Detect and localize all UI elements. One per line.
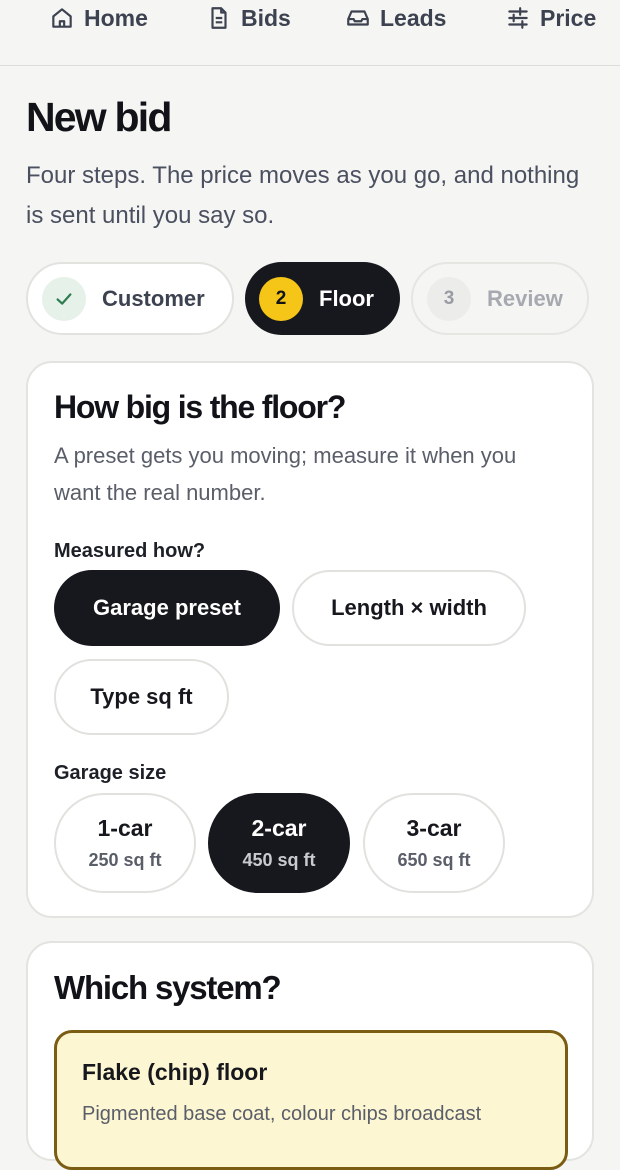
system-card-title: Which system? [54,969,282,1006]
method-type-sqft[interactable]: Type sq ft [54,659,229,735]
nav-label-home: Home [84,4,148,31]
nav-item-price[interactable]: Price [505,0,596,36]
step-review[interactable]: 3 Review [411,262,589,335]
system-card: Which system? Flake (chip) floor Pigment… [26,941,594,1170]
system-option-flake[interactable]: Flake (chip) floor Pigmented base coat, … [54,1030,568,1170]
nav-label-bids: Bids [241,4,291,31]
step-label-review: Review [487,285,563,311]
step-number-badge: 2 [259,276,303,321]
size-name: 1-car [97,815,153,841]
step-label-customer: Customer [102,285,205,311]
size-option-1-car[interactable]: 1-car 250 sq ft [54,793,196,893]
floor-size-card: How big is the floor? A preset gets you … [26,361,594,918]
step-customer[interactable]: Customer [26,262,234,335]
step-number-badge: 3 [427,276,471,321]
size-area: 450 sq ft [242,850,316,870]
floor-card-subtitle: A preset gets you moving; measure it whe… [54,443,517,505]
size-option-2-car[interactable]: 2-car 450 sq ft [208,793,350,893]
page-title: New bid [26,94,172,140]
check-icon [56,292,72,305]
inbox-icon [347,10,369,26]
page-intro: Four steps. The price moves as you go, a… [26,162,580,229]
nav-item-bids[interactable]: Bids [206,0,291,36]
size-area: 650 sq ft [397,850,471,870]
nav-label-leads: Leads [380,4,447,31]
measure-method-label: Measured how? [54,540,206,562]
method-garage-preset[interactable]: Garage preset [54,570,280,646]
home-icon [52,8,72,28]
size-name: 3-car [406,815,462,841]
method-length-width[interactable]: Length × width [292,570,526,646]
step-done-badge [42,276,86,321]
size-area: 250 sq ft [88,850,162,870]
floor-card-title: How big is the floor? [54,389,346,425]
system-option-description: Pigmented base coat, colour chips broadc… [82,1103,482,1125]
top-nav: Home Bids Leads Price [0,0,620,66]
document-icon [211,7,227,29]
garage-size-label: Garage size [54,762,167,784]
step-floor[interactable]: 2 Floor [245,262,400,335]
step-label-floor: Floor [319,285,374,311]
sliders-icon [508,7,528,29]
size-option-3-car[interactable]: 3-car 650 sq ft [363,793,505,893]
size-name: 2-car [251,815,307,841]
nav-item-leads[interactable]: Leads [345,0,446,36]
system-option-name: Flake (chip) floor [82,1059,268,1085]
nav-item-home[interactable]: Home [49,0,148,36]
nav-label-price: Price [540,4,597,31]
